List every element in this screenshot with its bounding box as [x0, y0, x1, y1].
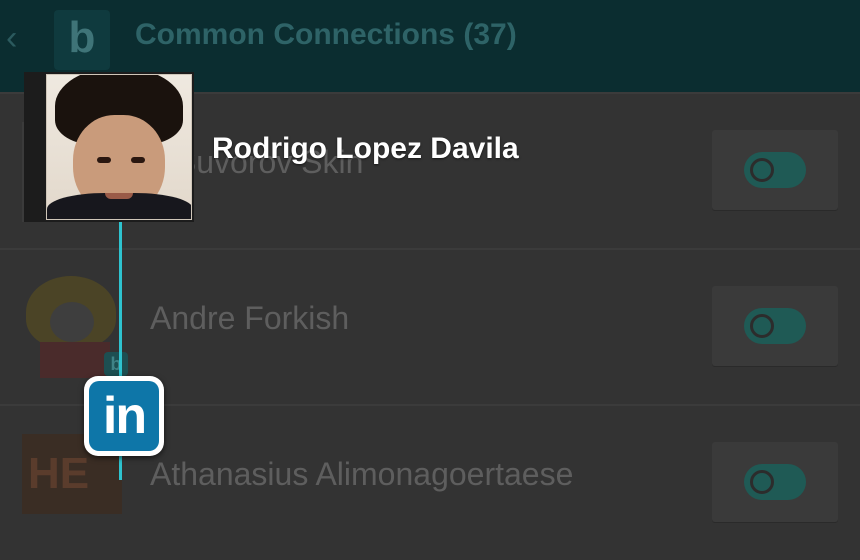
photo-mouth	[105, 193, 133, 199]
connect-button[interactable]	[712, 286, 838, 366]
toggle-icon	[744, 464, 806, 500]
page-title: Common Connections (37)	[135, 18, 517, 51]
avatar: b	[20, 272, 130, 382]
connect-button[interactable]	[712, 442, 838, 522]
app-badge-icon: b	[104, 352, 128, 376]
avatar-face	[50, 302, 94, 342]
avatar-shirt	[40, 342, 110, 378]
connection-name: Andre Forkish	[150, 300, 350, 336]
toggle-icon	[744, 152, 806, 188]
app-logo-icon[interactable]: b	[54, 10, 110, 70]
profile-photo[interactable]	[46, 74, 192, 220]
connection-name: Athanasius Alimonagoertaese	[150, 456, 574, 492]
connect-button[interactable]	[712, 130, 838, 210]
linkedin-icon[interactable]: in	[84, 376, 164, 456]
linkedin-badge-label: in	[89, 381, 159, 451]
toggle-icon	[744, 308, 806, 344]
profile-name[interactable]: Rodrigo Lopez Davila	[212, 132, 519, 166]
photo-eye	[131, 157, 145, 163]
photo-eye	[97, 157, 111, 163]
back-arrow-icon[interactable]: ‹	[6, 18, 30, 58]
